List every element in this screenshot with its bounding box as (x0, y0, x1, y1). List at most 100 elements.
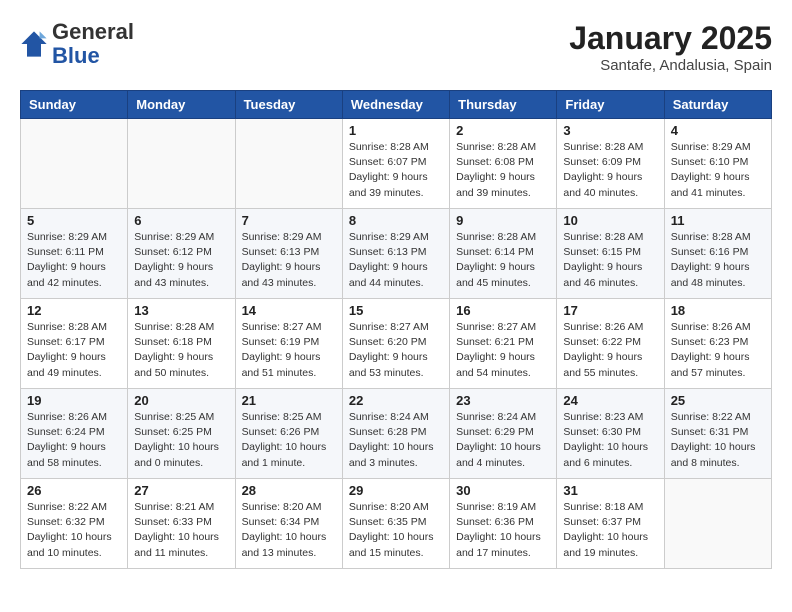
day-number: 7 (242, 213, 336, 228)
calendar-cell: 28 Sunrise: 8:20 AM Sunset: 6:34 PM Dayli… (235, 479, 342, 569)
day-info: Sunrise: 8:29 AM Sunset: 6:13 PM Dayligh… (349, 230, 443, 291)
calendar-cell: 26 Sunrise: 8:22 AM Sunset: 6:32 PM Dayli… (21, 479, 128, 569)
calendar-cell: 5 Sunrise: 8:29 AM Sunset: 6:11 PM Daylig… (21, 209, 128, 299)
week-row-3: 12 Sunrise: 8:28 AM Sunset: 6:17 PM Dayli… (21, 299, 772, 389)
header-saturday: Saturday (664, 91, 771, 119)
location: Santafe, Andalusia, Spain (569, 57, 772, 74)
day-info: Sunrise: 8:22 AM Sunset: 6:32 PM Dayligh… (27, 500, 121, 561)
day-number: 29 (349, 483, 443, 498)
day-number: 22 (349, 393, 443, 408)
day-number: 10 (563, 213, 657, 228)
calendar-cell: 15Sunrise: 8:27 AM Sunset: 6:20 PM Dayli… (342, 299, 449, 389)
calendar-cell: 4Sunrise: 8:29 AM Sunset: 6:10 PM Daylig… (664, 119, 771, 209)
header-wednesday: Wednesday (342, 91, 449, 119)
calendar-cell: 6 Sunrise: 8:29 AM Sunset: 6:12 PM Daylig… (128, 209, 235, 299)
day-number: 12 (27, 303, 121, 318)
logo-blue-text: Blue (52, 43, 100, 68)
calendar-cell: 20 Sunrise: 8:25 AM Sunset: 6:25 PM Dayli… (128, 389, 235, 479)
day-info: Sunrise: 8:27 AM Sunset: 6:21 PM Dayligh… (456, 320, 550, 381)
day-number: 20 (134, 393, 228, 408)
day-number: 17 (563, 303, 657, 318)
day-number: 25 (671, 393, 765, 408)
day-number: 26 (27, 483, 121, 498)
header-friday: Friday (557, 91, 664, 119)
day-info: Sunrise: 8:22 AM Sunset: 6:31 PM Dayligh… (671, 410, 765, 471)
day-number: 5 (27, 213, 121, 228)
day-info: Sunrise: 8:19 AM Sunset: 6:36 PM Dayligh… (456, 500, 550, 561)
calendar-cell: 25 Sunrise: 8:22 AM Sunset: 6:31 PM Dayli… (664, 389, 771, 479)
day-number: 4 (671, 123, 765, 138)
day-info: Sunrise: 8:28 AM Sunset: 6:15 PM Dayligh… (563, 230, 657, 291)
day-info: Sunrise: 8:25 AM Sunset: 6:26 PM Dayligh… (242, 410, 336, 471)
calendar-cell: 21 Sunrise: 8:25 AM Sunset: 6:26 PM Dayli… (235, 389, 342, 479)
week-row-2: 5 Sunrise: 8:29 AM Sunset: 6:11 PM Daylig… (21, 209, 772, 299)
logo-icon (20, 30, 48, 58)
day-info: Sunrise: 8:23 AM Sunset: 6:30 PM Dayligh… (563, 410, 657, 471)
calendar-cell: 1 Sunrise: 8:28 AM Sunset: 6:07 PM Daylig… (342, 119, 449, 209)
day-info: Sunrise: 8:21 AM Sunset: 6:33 PM Dayligh… (134, 500, 228, 561)
calendar-cell: 29 Sunrise: 8:20 AM Sunset: 6:35 PM Dayli… (342, 479, 449, 569)
day-number: 19 (27, 393, 121, 408)
day-info: Sunrise: 8:28 AM Sunset: 6:08 PM Dayligh… (456, 140, 550, 201)
calendar-cell (128, 119, 235, 209)
calendar-cell: 27Sunrise: 8:21 AM Sunset: 6:33 PM Dayli… (128, 479, 235, 569)
header-tuesday: Tuesday (235, 91, 342, 119)
calendar-cell: 30 Sunrise: 8:19 AM Sunset: 6:36 PM Dayli… (450, 479, 557, 569)
calendar-cell: 22 Sunrise: 8:24 AM Sunset: 6:28 PM Dayli… (342, 389, 449, 479)
calendar-cell: 23 Sunrise: 8:24 AM Sunset: 6:29 PM Dayli… (450, 389, 557, 479)
day-number: 23 (456, 393, 550, 408)
title-area: January 2025 Santafe, Andalusia, Spain (569, 20, 772, 74)
calendar-cell: 13Sunrise: 8:28 AM Sunset: 6:18 PM Dayli… (128, 299, 235, 389)
day-info: Sunrise: 8:29 AM Sunset: 6:11 PM Dayligh… (27, 230, 121, 291)
day-number: 6 (134, 213, 228, 228)
day-info: Sunrise: 8:27 AM Sunset: 6:19 PM Dayligh… (242, 320, 336, 381)
calendar-cell: 12 Sunrise: 8:28 AM Sunset: 6:17 PM Dayli… (21, 299, 128, 389)
calendar-cell (664, 479, 771, 569)
day-number: 21 (242, 393, 336, 408)
day-number: 3 (563, 123, 657, 138)
day-info: Sunrise: 8:26 AM Sunset: 6:23 PM Dayligh… (671, 320, 765, 381)
day-info: Sunrise: 8:24 AM Sunset: 6:29 PM Dayligh… (456, 410, 550, 471)
day-info: Sunrise: 8:28 AM Sunset: 6:07 PM Dayligh… (349, 140, 443, 201)
month-year: January 2025 (569, 20, 772, 57)
day-number: 28 (242, 483, 336, 498)
calendar-cell: 31 Sunrise: 8:18 AM Sunset: 6:37 PM Dayli… (557, 479, 664, 569)
calendar-cell: 3 Sunrise: 8:28 AM Sunset: 6:09 PM Daylig… (557, 119, 664, 209)
header-thursday: Thursday (450, 91, 557, 119)
calendar-cell: 17Sunrise: 8:26 AM Sunset: 6:22 PM Dayli… (557, 299, 664, 389)
day-info: Sunrise: 8:28 AM Sunset: 6:17 PM Dayligh… (27, 320, 121, 381)
day-info: Sunrise: 8:24 AM Sunset: 6:28 PM Dayligh… (349, 410, 443, 471)
day-number: 31 (563, 483, 657, 498)
calendar-table: Sunday Monday Tuesday Wednesday Thursday… (20, 90, 772, 569)
day-info: Sunrise: 8:28 AM Sunset: 6:18 PM Dayligh… (134, 320, 228, 381)
day-info: Sunrise: 8:29 AM Sunset: 6:12 PM Dayligh… (134, 230, 228, 291)
day-info: Sunrise: 8:28 AM Sunset: 6:09 PM Dayligh… (563, 140, 657, 201)
day-info: Sunrise: 8:26 AM Sunset: 6:24 PM Dayligh… (27, 410, 121, 471)
day-number: 11 (671, 213, 765, 228)
day-info: Sunrise: 8:18 AM Sunset: 6:37 PM Dayligh… (563, 500, 657, 561)
day-info: Sunrise: 8:20 AM Sunset: 6:35 PM Dayligh… (349, 500, 443, 561)
week-row-4: 19 Sunrise: 8:26 AM Sunset: 6:24 PM Dayli… (21, 389, 772, 479)
day-info: Sunrise: 8:28 AM Sunset: 6:14 PM Dayligh… (456, 230, 550, 291)
day-number: 8 (349, 213, 443, 228)
logo: General Blue (20, 20, 134, 68)
calendar-cell: 19 Sunrise: 8:26 AM Sunset: 6:24 PM Dayli… (21, 389, 128, 479)
calendar-cell: 8 Sunrise: 8:29 AM Sunset: 6:13 PM Daylig… (342, 209, 449, 299)
calendar-cell: 18 Sunrise: 8:26 AM Sunset: 6:23 PM Dayli… (664, 299, 771, 389)
day-info: Sunrise: 8:27 AM Sunset: 6:20 PM Dayligh… (349, 320, 443, 381)
calendar-cell: 14Sunrise: 8:27 AM Sunset: 6:19 PM Dayli… (235, 299, 342, 389)
day-info: Sunrise: 8:25 AM Sunset: 6:25 PM Dayligh… (134, 410, 228, 471)
calendar-header-row: Sunday Monday Tuesday Wednesday Thursday… (21, 91, 772, 119)
day-number: 18 (671, 303, 765, 318)
day-number: 30 (456, 483, 550, 498)
day-info: Sunrise: 8:20 AM Sunset: 6:34 PM Dayligh… (242, 500, 336, 561)
page-header: General Blue January 2025 Santafe, Andal… (20, 20, 772, 74)
header-monday: Monday (128, 91, 235, 119)
calendar-cell (21, 119, 128, 209)
calendar-cell: 2Sunrise: 8:28 AM Sunset: 6:08 PM Daylig… (450, 119, 557, 209)
calendar-cell (235, 119, 342, 209)
day-number: 9 (456, 213, 550, 228)
week-row-5: 26 Sunrise: 8:22 AM Sunset: 6:32 PM Dayli… (21, 479, 772, 569)
week-row-1: 1 Sunrise: 8:28 AM Sunset: 6:07 PM Daylig… (21, 119, 772, 209)
day-number: 1 (349, 123, 443, 138)
